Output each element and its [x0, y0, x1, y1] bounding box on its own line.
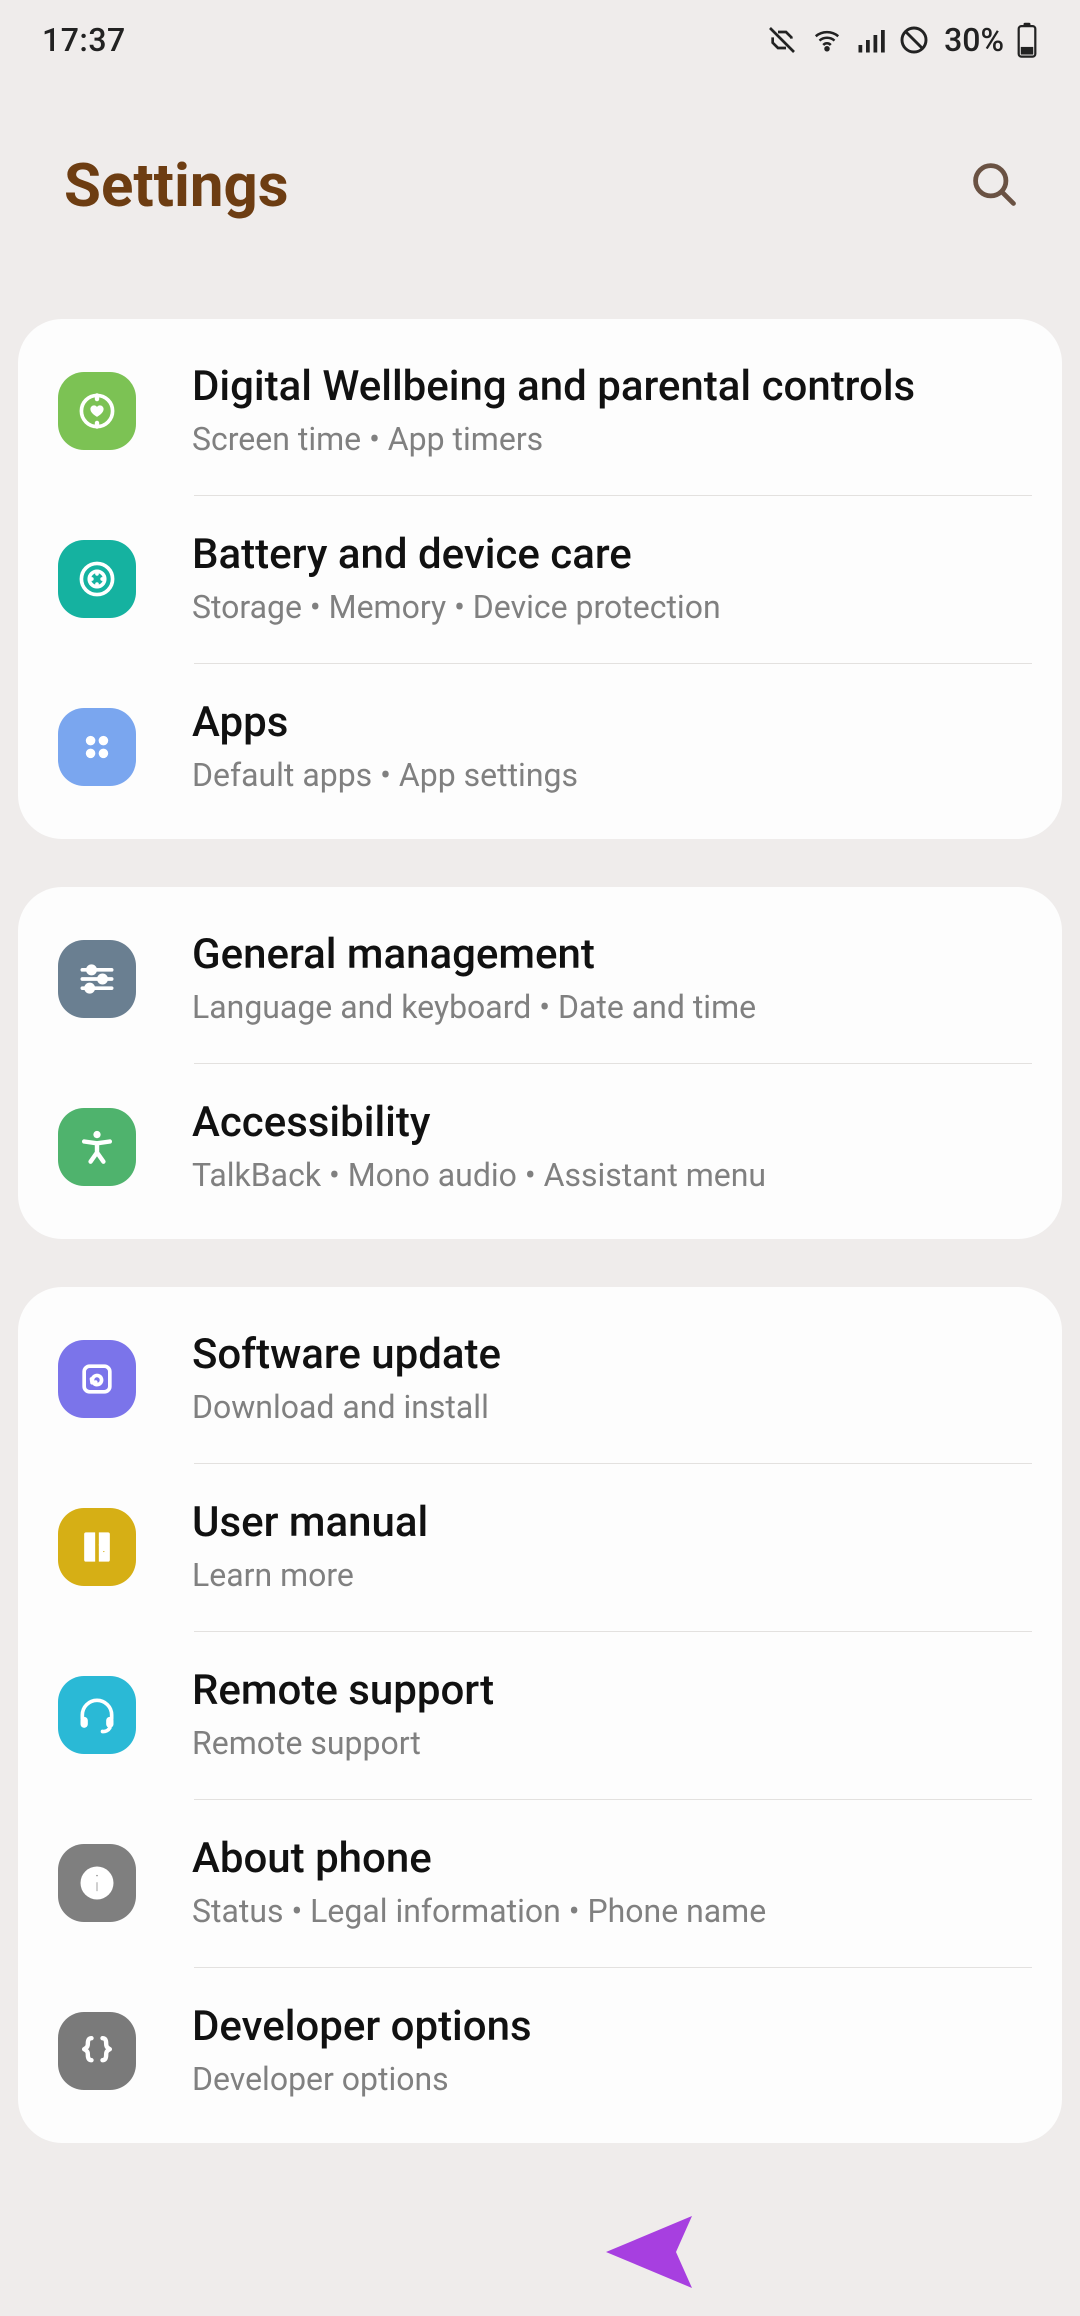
info-icon	[58, 1844, 136, 1922]
page-title: Settings	[64, 150, 289, 221]
row-subtitle: Screen time • App timers	[192, 419, 1026, 461]
row-body: Apps Default apps • App settings	[192, 697, 1026, 797]
update-icon	[58, 1340, 136, 1418]
sliders-icon	[58, 940, 136, 1018]
search-button[interactable]	[962, 154, 1026, 218]
settings-row-about-phone[interactable]: About phone Status • Legal information • …	[18, 1799, 1062, 1967]
status-time: 17:37	[42, 21, 126, 59]
row-subtitle: Developer options	[192, 2059, 1026, 2101]
row-title: Digital Wellbeing and parental controls	[192, 361, 1026, 414]
settings-row-apps[interactable]: Apps Default apps • App settings	[18, 663, 1062, 831]
settings-row-user-manual[interactable]: ? User manual Learn more	[18, 1463, 1062, 1631]
wellbeing-icon	[58, 372, 136, 450]
settings-card: Software update Download and install? User…	[18, 1287, 1062, 2143]
row-body: About phone Status • Legal information • …	[192, 1833, 1026, 1933]
row-body: General management Language and keyboard …	[192, 929, 1026, 1029]
row-title: Battery and device care	[192, 529, 1026, 582]
wifi-icon	[810, 25, 844, 55]
settings-row-digital-wellbeing-and-parental-controls[interactable]: Digital Wellbeing and parental controls S…	[18, 327, 1062, 495]
settings-row-general-management[interactable]: General management Language and keyboard …	[18, 895, 1062, 1063]
row-title: General management	[192, 929, 1026, 982]
settings-row-developer-options[interactable]: Developer options Developer options	[18, 1967, 1062, 2135]
row-subtitle: Status • Legal information • Phone name	[192, 1891, 1026, 1933]
manual-icon: ?	[58, 1508, 136, 1586]
dnd-icon	[898, 24, 930, 56]
row-body: Developer options Developer options	[192, 2001, 1026, 2101]
row-subtitle: Download and install	[192, 1387, 1026, 1429]
settings-card: Digital Wellbeing and parental controls S…	[18, 319, 1062, 839]
row-body: Remote support Remote support	[192, 1665, 1026, 1765]
battery-icon	[58, 540, 136, 618]
vibrate-icon	[766, 24, 798, 56]
row-body: Digital Wellbeing and parental controls S…	[192, 361, 1026, 461]
battery-percent-label: 30%	[944, 21, 1004, 59]
page-header: Settings	[0, 80, 1080, 319]
apps-icon	[58, 708, 136, 786]
row-subtitle: Storage • Memory • Device protection	[192, 587, 1026, 629]
a11y-icon	[58, 1108, 136, 1186]
row-body: Software update Download and install	[192, 1329, 1026, 1429]
braces-icon	[58, 2012, 136, 2090]
svg-text:?: ?	[100, 1539, 107, 1557]
row-body: Accessibility TalkBack • Mono audio • Ass…	[192, 1097, 1026, 1197]
row-title: About phone	[192, 1833, 1026, 1886]
row-title: Remote support	[192, 1665, 1026, 1718]
row-subtitle: Remote support	[192, 1723, 1026, 1765]
headset-icon	[58, 1676, 136, 1754]
row-subtitle: Default apps • App settings	[192, 755, 1026, 797]
row-subtitle: TalkBack • Mono audio • Assistant menu	[192, 1155, 1026, 1197]
settings-card: General management Language and keyboard …	[18, 887, 1062, 1239]
signal-icon	[856, 25, 886, 55]
row-title: Apps	[192, 697, 1026, 750]
settings-row-software-update[interactable]: Software update Download and install	[18, 1295, 1062, 1463]
row-subtitle: Language and keyboard • Date and time	[192, 987, 1026, 1029]
battery-icon	[1016, 22, 1038, 58]
settings-row-remote-support[interactable]: Remote support Remote support	[18, 1631, 1062, 1799]
settings-row-battery-and-device-care[interactable]: Battery and device care Storage • Memory …	[18, 495, 1062, 663]
annotation-arrow	[598, 2204, 998, 2300]
search-icon	[968, 158, 1020, 213]
row-subtitle: Learn more	[192, 1555, 1026, 1597]
status-indicators: 30%	[766, 21, 1038, 59]
status-bar: 17:37 30%	[0, 0, 1080, 80]
row-title: Software update	[192, 1329, 1026, 1382]
row-body: User manual Learn more	[192, 1497, 1026, 1597]
settings-row-accessibility[interactable]: Accessibility TalkBack • Mono audio • Ass…	[18, 1063, 1062, 1231]
row-title: User manual	[192, 1497, 1026, 1550]
row-body: Battery and device care Storage • Memory …	[192, 529, 1026, 629]
settings-scroll-area[interactable]: Digital Wellbeing and parental controls S…	[0, 319, 1080, 2143]
row-title: Accessibility	[192, 1097, 1026, 1150]
row-title: Developer options	[192, 2001, 1026, 2054]
